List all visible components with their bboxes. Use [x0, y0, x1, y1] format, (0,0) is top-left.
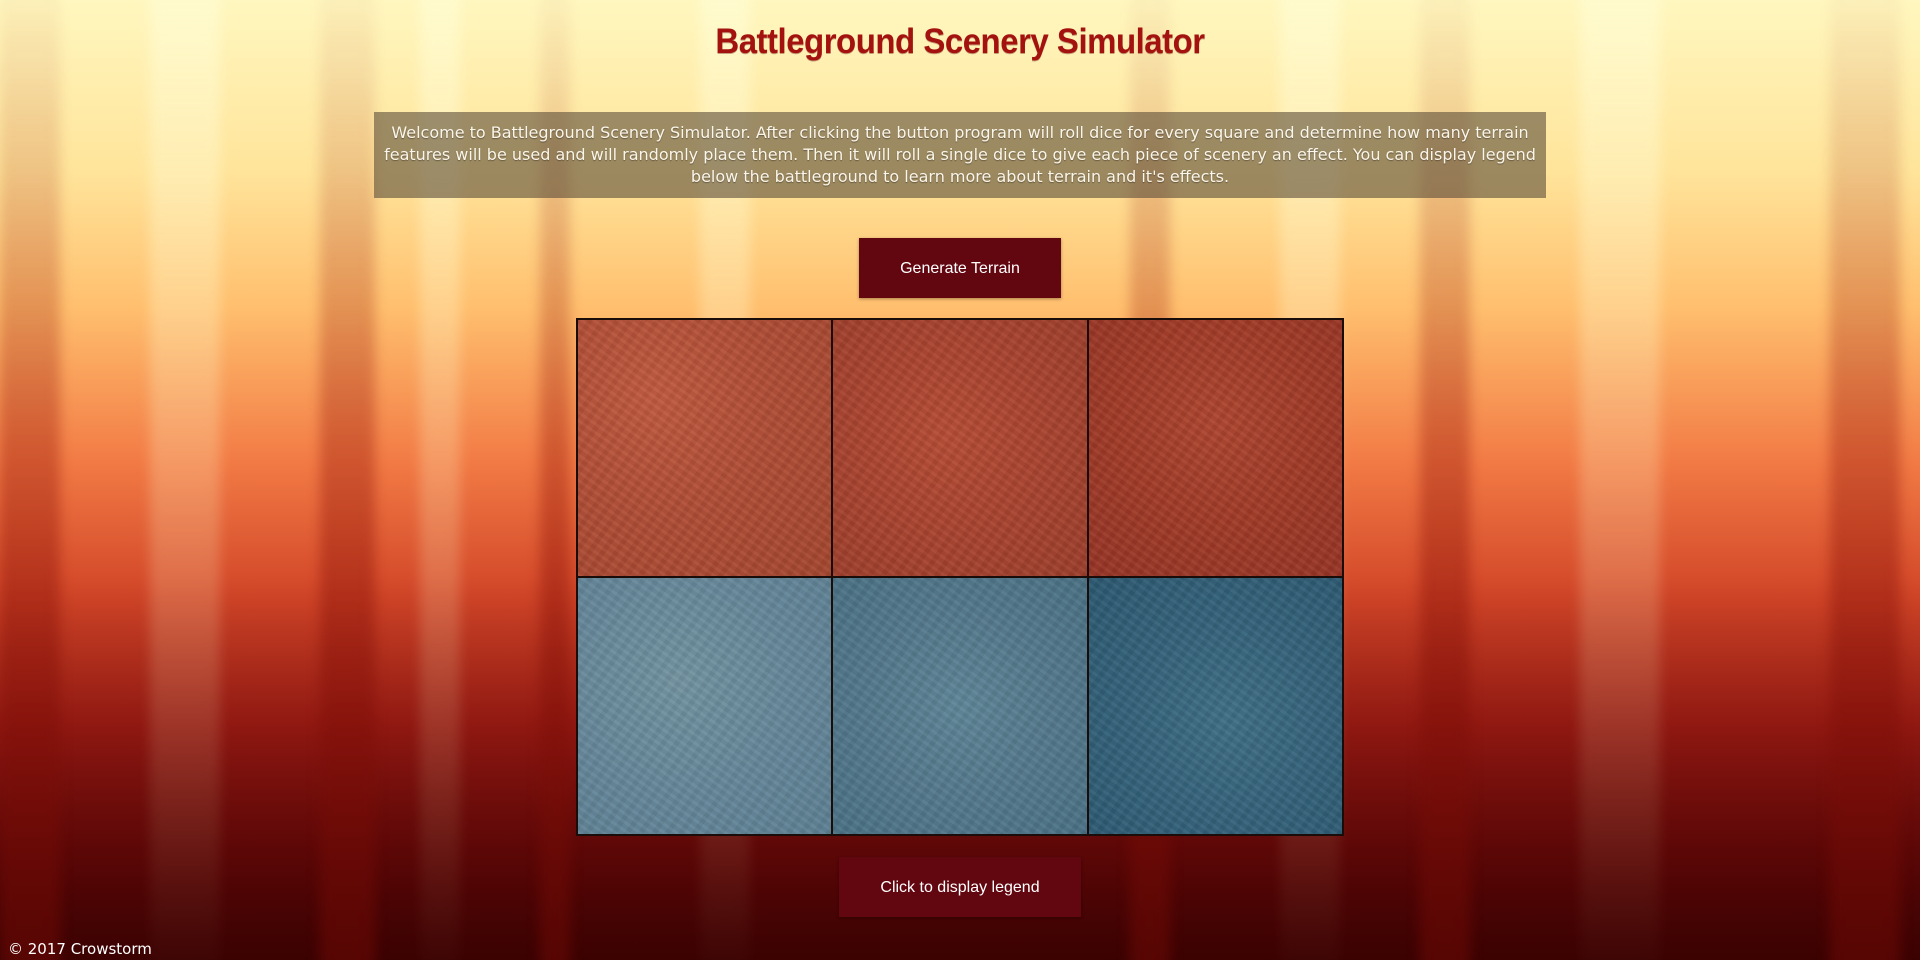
background-streak — [320, 0, 375, 960]
terrain-texture — [833, 578, 1087, 834]
display-legend-button[interactable]: Click to display legend — [839, 857, 1081, 917]
intro-text: Welcome to Battleground Scenery Simulato… — [374, 112, 1546, 198]
background-streak — [0, 0, 60, 960]
battleground-tile[interactable] — [832, 319, 1088, 577]
copyright-footer: © 2017 Crowstorm — [8, 940, 152, 958]
terrain-texture — [578, 578, 832, 834]
battleground-tile[interactable] — [577, 577, 833, 835]
terrain-texture — [1088, 578, 1342, 834]
background-streak — [1830, 0, 1900, 960]
terrain-texture — [833, 320, 1087, 576]
background-streak — [1580, 0, 1660, 960]
terrain-texture — [578, 320, 832, 576]
terrain-texture — [1088, 320, 1342, 576]
battleground-tile[interactable] — [1087, 319, 1343, 577]
background-streak — [150, 0, 220, 960]
battleground-tile[interactable] — [832, 577, 1088, 835]
battleground-tile[interactable] — [577, 319, 833, 577]
page-title: Battleground Scenery Simulator — [715, 20, 1205, 61]
battleground-grid — [576, 318, 1344, 836]
battleground-tile[interactable] — [1087, 577, 1343, 835]
generate-terrain-button[interactable]: Generate Terrain — [859, 238, 1061, 298]
